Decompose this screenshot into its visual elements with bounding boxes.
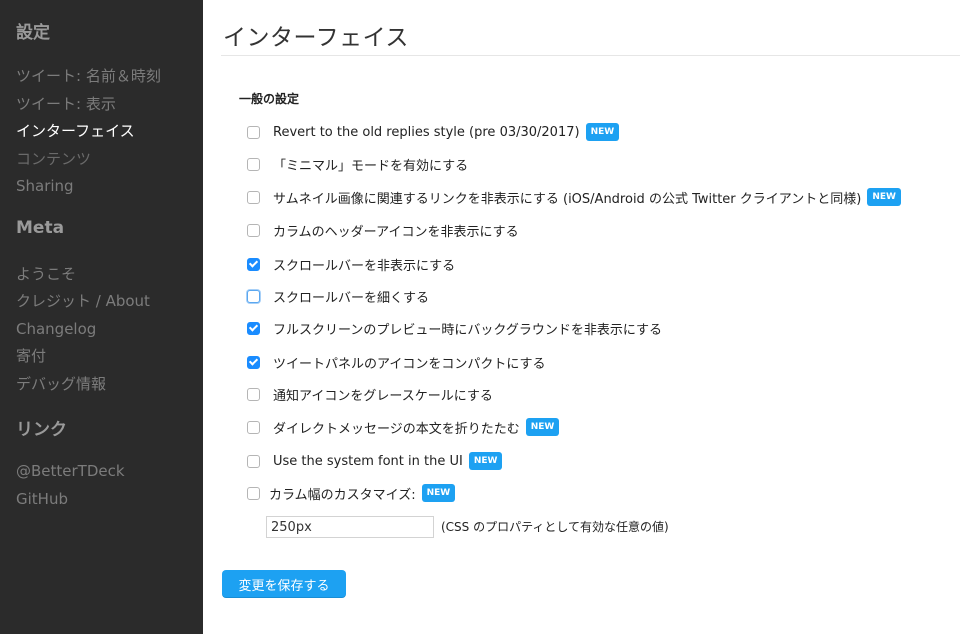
sidebar-item-tweet-name-time[interactable]: ツイート: 名前＆時刻 xyxy=(16,64,203,92)
option-row[interactable]: Revert to the old replies style (pre 03/… xyxy=(247,122,620,142)
sidebar-heading-settings: 設定 xyxy=(16,23,50,43)
sidebar-item-welcome[interactable]: ようこそ xyxy=(16,262,203,290)
option-row[interactable]: フルスクリーンのプレビュー時にバックグラウンドを非表示にする xyxy=(247,318,662,338)
option-row[interactable]: カラムのヘッダーアイコンを非表示にする xyxy=(247,220,519,240)
option-row[interactable]: 通知アイコンをグレースケールにする xyxy=(247,384,493,404)
main-panel: インターフェイス 一般の設定 Revert to the old replies… xyxy=(203,0,960,634)
checkbox-checked[interactable] xyxy=(247,355,260,369)
checkbox[interactable] xyxy=(247,289,260,303)
column-width-input[interactable] xyxy=(266,516,434,538)
checkbox[interactable] xyxy=(247,125,260,139)
save-changes-button[interactable]: 変更を保存する xyxy=(222,570,346,598)
checkbox[interactable] xyxy=(247,486,260,500)
sidebar-item-tweet-display[interactable]: ツイート: 表示 xyxy=(16,92,203,120)
sidebar-item-twitter-link[interactable]: @BetterTDeck xyxy=(16,459,203,487)
option-label: ツイートパネルのアイコンをコンパクトにする xyxy=(273,356,546,372)
option-label: スクロールバーを細くする xyxy=(273,290,430,306)
option-label: フルスクリーンのプレビュー時にバックグラウンドを非表示にする xyxy=(273,322,662,338)
option-row[interactable]: ツイートパネルのアイコンをコンパクトにする xyxy=(247,352,545,372)
checkbox[interactable] xyxy=(247,223,260,237)
sidebar-item-github-link[interactable]: GitHub xyxy=(16,487,203,515)
option-row[interactable]: カラム幅のカスタマイズ: NEW xyxy=(247,483,456,503)
sidebar-item-interface[interactable]: インターフェイス xyxy=(16,119,203,147)
option-label: スクロールバーを非表示にする xyxy=(273,258,456,274)
new-badge: NEW xyxy=(867,188,901,206)
section-title-general: 一般の設定 xyxy=(239,92,300,106)
option-row[interactable]: Use the system font in the UI NEW xyxy=(247,451,503,471)
sidebar-item-credits[interactable]: クレジット / About xyxy=(16,289,203,317)
checkbox-checked[interactable] xyxy=(247,257,260,271)
option-label: サムネイル画像に関連するリンクを非表示にする (iOS/Android の公式 … xyxy=(273,191,862,207)
checkbox[interactable] xyxy=(247,387,260,401)
sidebar-item-changelog[interactable]: Changelog xyxy=(16,317,203,345)
option-row[interactable]: スクロールバーを細くする xyxy=(247,286,429,306)
sidebar-heading-links: リンク xyxy=(16,420,67,440)
column-width-hint: (CSS のプロパティとして有効な任意の値) xyxy=(441,520,669,534)
option-label: 「ミニマル」モードを有効にする xyxy=(273,158,469,174)
checkbox[interactable] xyxy=(247,157,260,171)
sidebar-item-sharing[interactable]: Sharing xyxy=(16,174,203,202)
option-label: ダイレクトメッセージの本文を折りたたむ xyxy=(273,421,520,437)
option-label: カラム幅のカスタマイズ: xyxy=(269,487,416,503)
page-title: インターフェイス xyxy=(223,25,409,51)
new-badge: NEW xyxy=(468,452,503,470)
checkbox[interactable] xyxy=(247,420,260,434)
sidebar-item-debug-info[interactable]: デバッグ情報 xyxy=(16,372,203,400)
option-row[interactable]: 「ミニマル」モードを有効にする xyxy=(247,154,468,174)
page-header: インターフェイス xyxy=(221,0,960,56)
option-label: Revert to the old replies style (pre 03/… xyxy=(273,124,580,140)
sidebar-item-donate[interactable]: 寄付 xyxy=(16,344,203,372)
option-row[interactable]: サムネイル画像に関連するリンクを非表示にする (iOS/Android の公式 … xyxy=(247,187,901,207)
sidebar: 設定 ツイート: 名前＆時刻 ツイート: 表示 インターフェイス コンテンツ S… xyxy=(0,0,203,634)
sidebar-heading-meta: Meta xyxy=(16,217,65,238)
new-badge: NEW xyxy=(585,123,620,141)
option-row[interactable]: スクロールバーを非表示にする xyxy=(247,254,455,274)
new-badge: NEW xyxy=(421,484,456,502)
option-row[interactable]: ダイレクトメッセージの本文を折りたたむ NEW xyxy=(247,417,560,437)
checkbox[interactable] xyxy=(247,454,260,468)
checkbox[interactable] xyxy=(247,190,260,204)
sidebar-item-content[interactable]: コンテンツ xyxy=(16,147,203,175)
option-label: 通知アイコンをグレースケールにする xyxy=(273,388,493,404)
checkbox-checked[interactable] xyxy=(247,321,260,335)
new-badge: NEW xyxy=(525,418,560,436)
option-label: Use the system font in the UI xyxy=(273,453,463,469)
option-label: カラムのヘッダーアイコンを非表示にする xyxy=(273,224,519,240)
